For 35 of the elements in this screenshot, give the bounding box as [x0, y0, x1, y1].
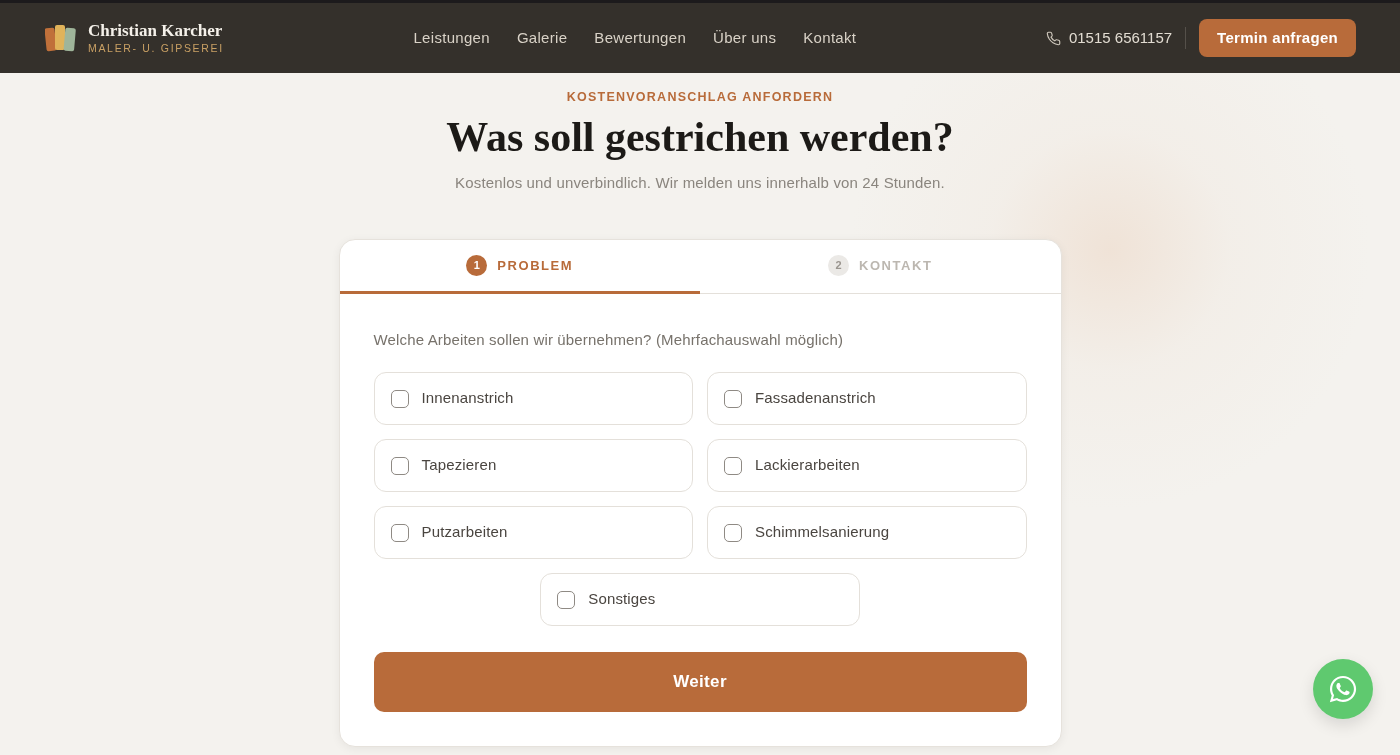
color-swatches-icon	[45, 23, 76, 53]
checkbox[interactable]	[390, 456, 409, 475]
nav-link[interactable]: Bewertungen	[594, 26, 687, 50]
checkbox[interactable]	[724, 389, 742, 408]
continue-button[interactable]: Weiter	[373, 652, 1027, 712]
nav-link[interactable]: Galerie	[516, 26, 568, 50]
phone-number-link[interactable]: 01515 6561157	[1068, 26, 1173, 50]
service-option[interactable]: Lackierarbeiten	[707, 439, 1027, 492]
checkbox[interactable]	[390, 523, 409, 542]
service-option[interactable]: Innenanstrich	[373, 372, 693, 425]
phone-bubble-icon	[1328, 674, 1358, 704]
service-option[interactable]: Schimmelsanierung	[707, 506, 1027, 559]
chat-button[interactable]	[1313, 659, 1373, 719]
service-option[interactable]: Tapezieren	[373, 439, 693, 492]
checkbox[interactable]	[724, 523, 742, 542]
nav-link[interactable]: Leistungen	[413, 26, 490, 50]
checkbox[interactable]	[557, 590, 576, 609]
service-option[interactable]: Sonstiges	[540, 573, 860, 626]
nav-link[interactable]: Über uns	[713, 26, 777, 50]
brand-tagline: MALER- U. GIPSEREI	[88, 41, 224, 55]
nav-link[interactable]: Kontakt	[803, 26, 857, 50]
step-number: 2	[828, 255, 849, 276]
step-number: 1	[466, 255, 488, 276]
service-option[interactable]: Putzarbeiten	[373, 506, 693, 559]
appointment-button[interactable]: Termin anfragen	[1199, 19, 1356, 57]
brand-name: Christian Karcher	[88, 21, 224, 41]
phone-icon	[1045, 30, 1061, 46]
checkbox[interactable]	[724, 456, 742, 475]
question-text: Welche Arbeiten sollen wir übernehmen? (Mehrfachauswahl möglich)	[373, 330, 845, 350]
service-option[interactable]: Fassadenanstrich	[707, 372, 1027, 425]
section-eyebrow: KOSTENVORANSCHLAG ANFORDERN	[566, 89, 834, 105]
step-tab[interactable]: 1 PROBLEM	[339, 240, 700, 294]
page-heading: Was soll gestrichen werden?	[446, 113, 954, 161]
page-subtitle: Kostenlos und unverbindlich. Wir melden uns innerhalb von 24 Stunden.	[455, 173, 945, 193]
checkbox[interactable]	[390, 389, 409, 408]
